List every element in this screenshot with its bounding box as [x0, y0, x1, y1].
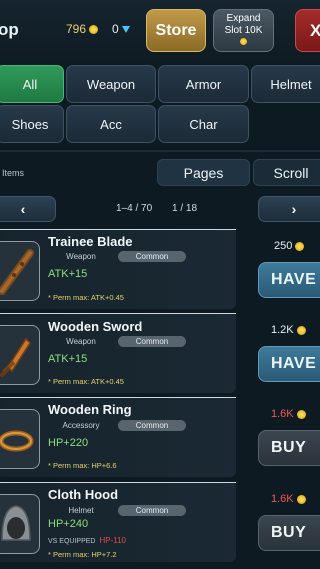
perm-max: * Perm max: ATK+0.45: [48, 293, 124, 302]
top-bar: op 796 0 Store Expand Slot 10K X: [0, 0, 320, 62]
item-thumbnail: [0, 494, 40, 554]
buy-button[interactable]: BUY: [258, 515, 320, 551]
perm-max: * Perm max: ATK+0.45: [48, 377, 124, 386]
item-stat: ATK+15: [48, 268, 88, 280]
item-type: Helmet: [68, 506, 94, 515]
store-button[interactable]: Store: [146, 9, 206, 52]
vs-equipped: VS EQUIPPED HP-110: [48, 536, 126, 545]
tab-pages[interactable]: Pages: [157, 159, 250, 186]
have-button[interactable]: HAVE: [258, 262, 320, 298]
item-name: Wooden Ring: [48, 402, 132, 417]
coin-icon: [296, 494, 306, 504]
filter-weapon[interactable]: Weapon: [66, 65, 156, 103]
rarity-badge: Common: [118, 505, 186, 516]
gold-counter: 796: [66, 22, 99, 36]
item-stat: ATK+15: [48, 353, 88, 365]
item-range: 1–4 / 70: [116, 203, 153, 214]
expand-label: Expand: [226, 13, 261, 24]
item-name: Cloth Hood: [48, 487, 119, 502]
price-value: 1.6K: [271, 408, 294, 420]
gem-counter: 0: [112, 22, 130, 36]
page-indicator: 1 / 18: [172, 203, 198, 214]
item-type: Weapon: [66, 337, 96, 346]
divider: [0, 150, 320, 152]
perm-max: * Perm max: HP+7.2: [48, 550, 117, 559]
club-icon: [0, 249, 34, 295]
filter-char[interactable]: Char: [158, 105, 249, 143]
gem-icon: [121, 25, 130, 33]
gem-amount: 0: [112, 22, 119, 36]
expand-cost: Slot 10K: [224, 25, 263, 36]
gold-amount: 796: [66, 22, 87, 36]
coin-icon: [295, 241, 305, 251]
next-page-button[interactable]: ›: [258, 196, 320, 222]
rarity-badge: Common: [118, 420, 186, 431]
price-value: 1.2K: [271, 324, 294, 336]
item-price: 1.6K: [271, 493, 306, 505]
close-button[interactable]: X: [295, 9, 320, 52]
filter-armor[interactable]: Armor: [158, 65, 249, 103]
sword-icon: [0, 337, 31, 377]
vs-label: VS EQUIPPED: [48, 538, 96, 545]
rarity-badge: Common: [118, 251, 186, 262]
vs-value: HP-110: [99, 536, 126, 545]
item-stat: HP+240: [48, 518, 89, 530]
coin-icon: [89, 24, 99, 34]
price-value: 1.6K: [271, 493, 294, 505]
have-button[interactable]: HAVE: [258, 346, 320, 382]
item-type: Weapon: [66, 252, 96, 261]
item-thumbnail: [0, 325, 40, 385]
coin-icon: [296, 325, 306, 335]
coin-icon: [240, 38, 247, 45]
prev-page-button[interactable]: ‹: [0, 196, 56, 222]
buy-button[interactable]: BUY: [258, 430, 320, 466]
item-price: 1.2K: [271, 324, 306, 336]
filter-all[interactable]: All: [0, 65, 64, 103]
perm-max: * Perm max: HP+6.6: [48, 461, 117, 470]
item-name: Wooden Sword: [48, 319, 143, 334]
filter-shoes[interactable]: Shoes: [0, 105, 64, 143]
rarity-badge: Common: [118, 336, 186, 347]
ring-icon: [0, 430, 34, 452]
item-type: Accessory: [62, 421, 100, 430]
coin-icon: [296, 409, 306, 419]
item-price: 250: [274, 240, 305, 252]
filter-helmet[interactable]: Helmet: [251, 65, 320, 103]
item-name: Trainee Blade: [48, 234, 133, 249]
item-stat: HP+220: [48, 437, 89, 449]
item-thumbnail: [0, 409, 40, 469]
hood-icon: [1, 505, 31, 541]
page-title: op: [0, 20, 19, 39]
expand-slot-button[interactable]: Expand Slot 10K: [213, 9, 274, 52]
items-label: Items: [2, 168, 25, 178]
price-value: 250: [274, 240, 293, 252]
item-thumbnail: [0, 241, 40, 301]
filter-acc[interactable]: Acc: [66, 105, 156, 143]
item-price: 1.6K: [271, 408, 306, 420]
tab-scroll[interactable]: Scroll: [253, 159, 320, 186]
